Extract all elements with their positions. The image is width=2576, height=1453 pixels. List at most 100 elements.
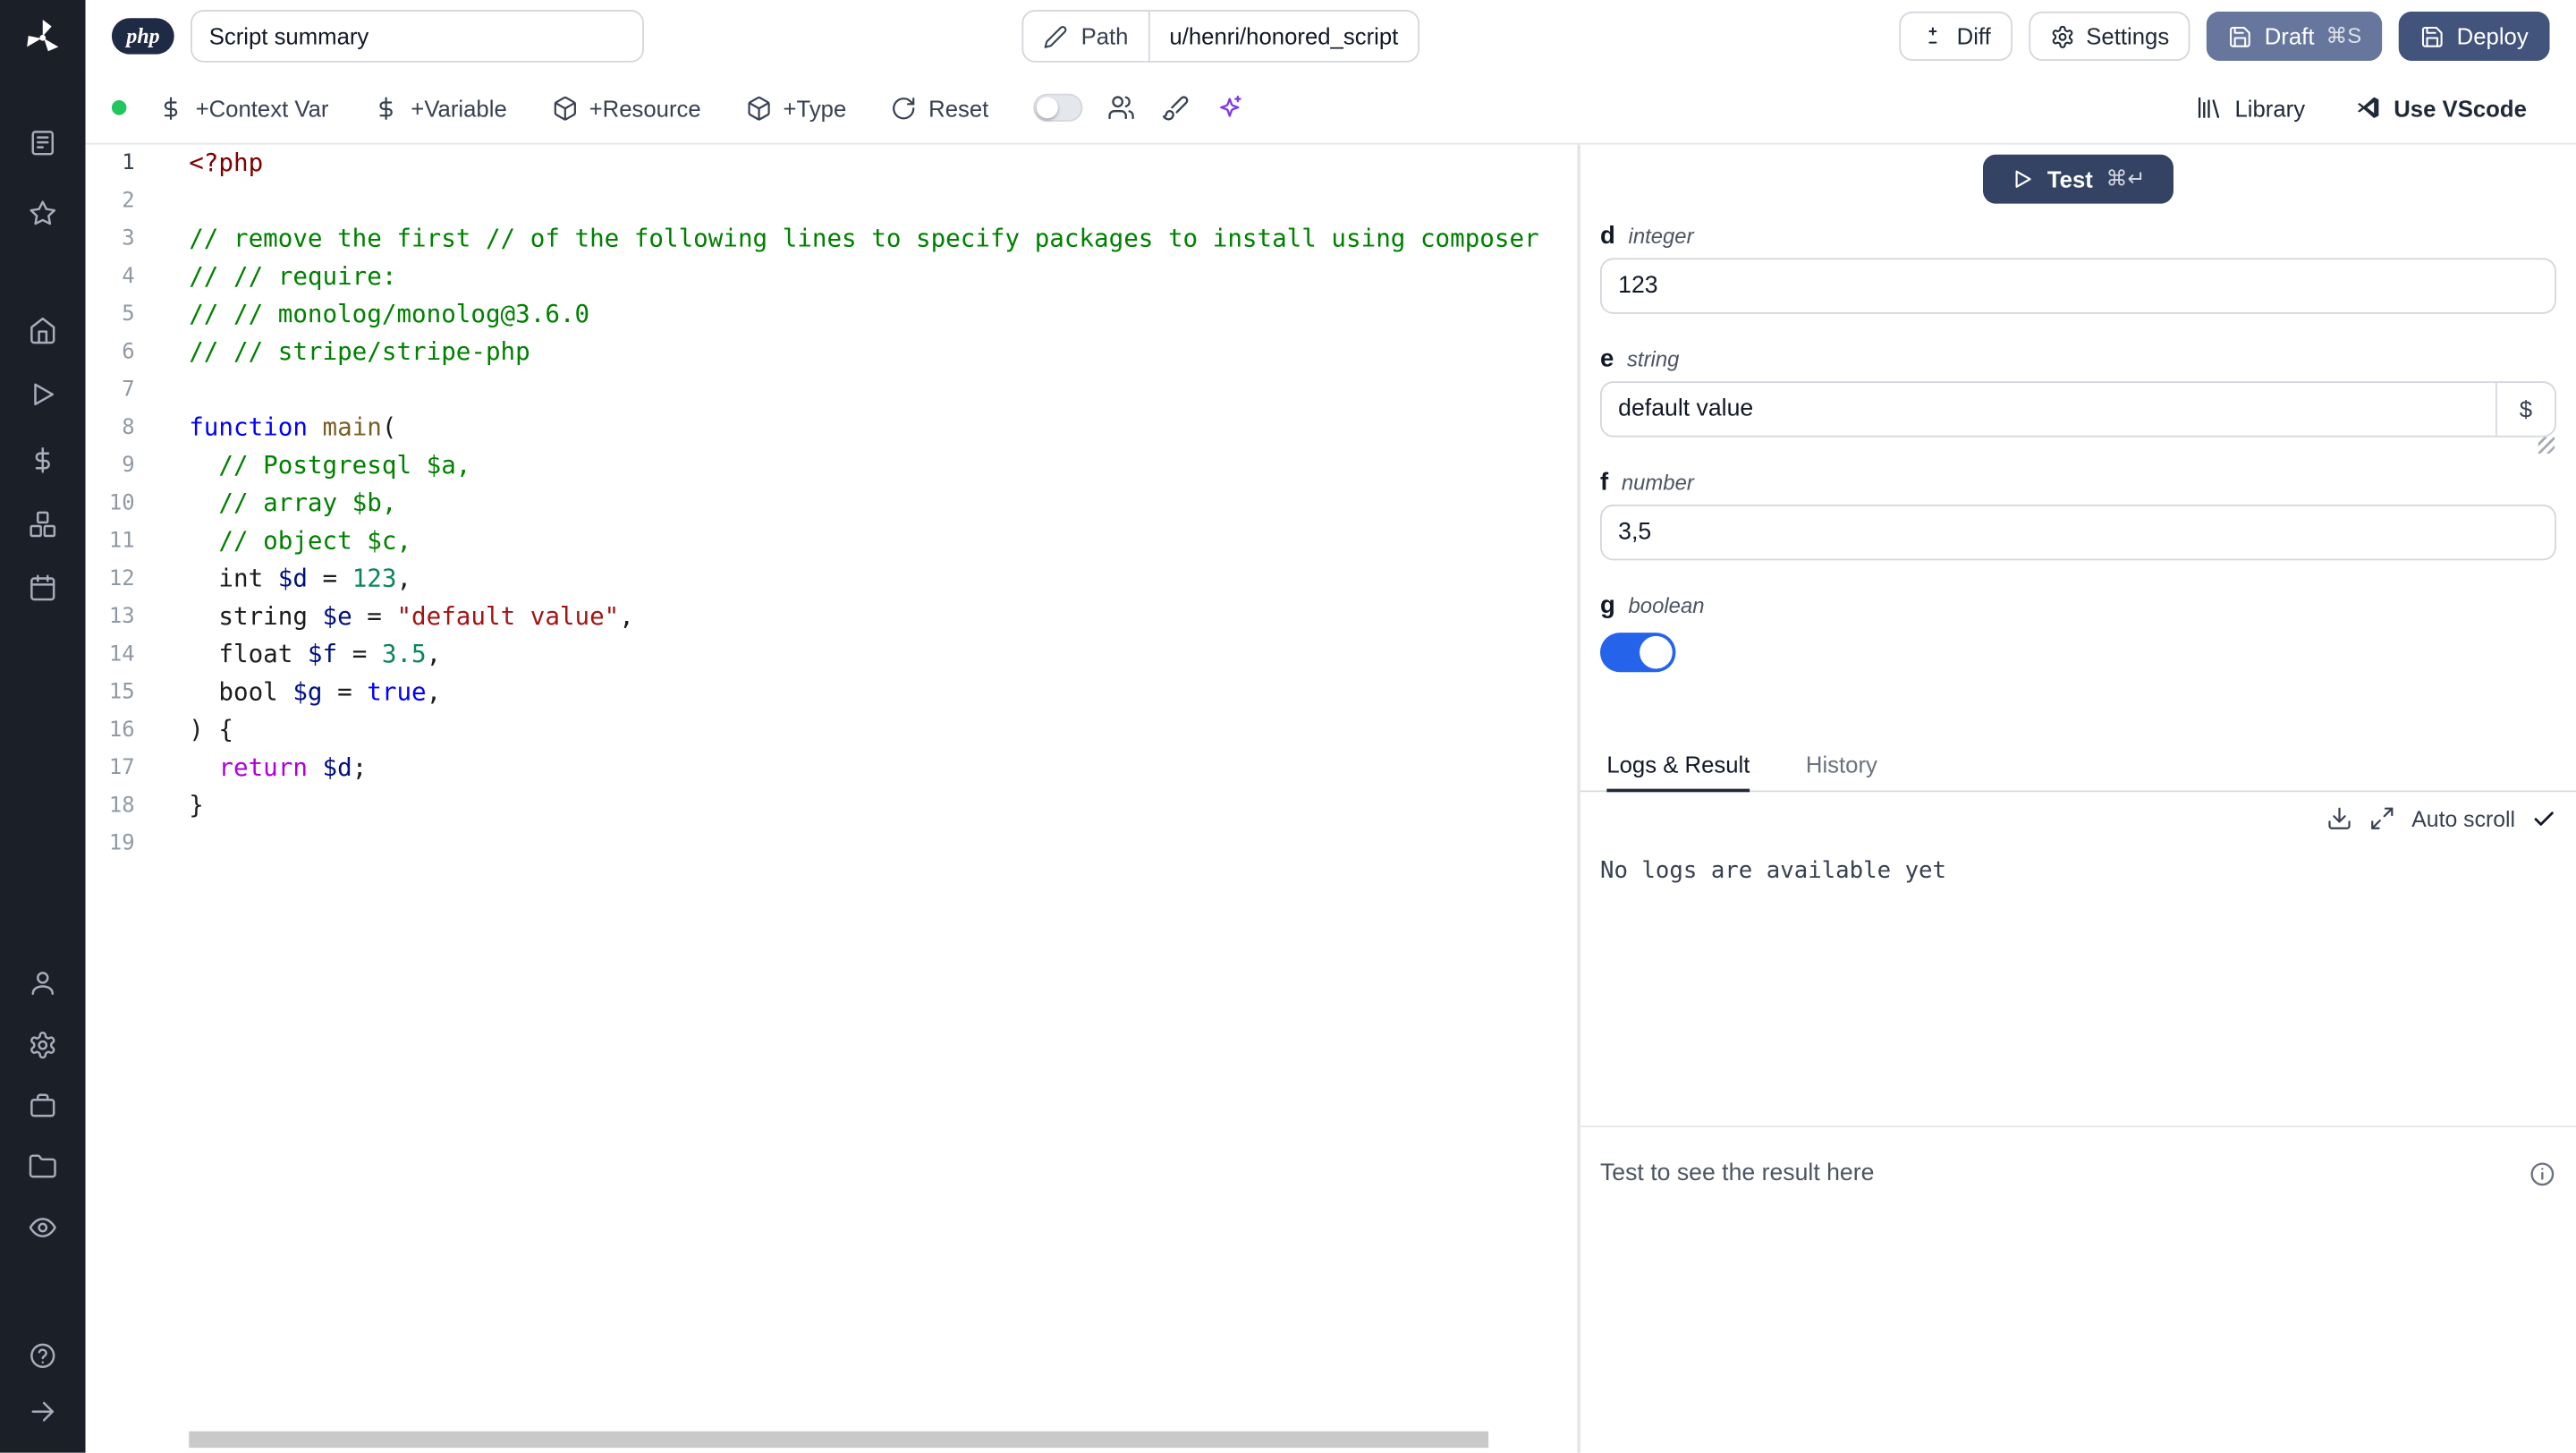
info-icon <box>2529 1160 2556 1188</box>
sidebar-logo[interactable] <box>0 16 86 59</box>
input-e[interactable] <box>1601 382 2496 436</box>
toggle-g[interactable] <box>1599 633 1676 673</box>
sidebar-item-audit[interactable] <box>0 1213 86 1243</box>
sidebar-item-folders[interactable] <box>0 1152 86 1182</box>
code-line[interactable]: 8 function main( <box>86 409 1578 446</box>
code-line[interactable]: 7 <box>86 371 1578 409</box>
sidebar-item-account[interactable] <box>0 968 86 998</box>
add-context-var-button[interactable]: +Context Var <box>157 95 328 121</box>
vscode-icon <box>2354 94 2382 122</box>
play-icon <box>28 379 57 409</box>
reset-button[interactable]: Reset <box>891 95 988 121</box>
code-editor[interactable]: 1 <?php 2 3 // remove the first // of the fo… <box>85 144 1578 1453</box>
code-line[interactable]: 17 return $d; <box>86 750 1578 787</box>
line-number: 5 <box>122 302 135 327</box>
format-button[interactable] <box>1161 94 1189 122</box>
sidebar-item-notebook[interactable] <box>0 128 86 157</box>
insert-variable-button[interactable]: $ <box>2496 382 2555 436</box>
ai-assistant-button[interactable] <box>1216 94 1243 122</box>
sidebar-expand-button[interactable] <box>0 1397 86 1426</box>
add-resource-button[interactable]: +Resource <box>551 95 701 121</box>
windmill-logo-icon <box>21 16 64 59</box>
sparkles-icon <box>1216 94 1243 122</box>
code-line[interactable]: 1 <?php <box>86 145 1578 183</box>
sidebar-item-workers[interactable] <box>0 1092 86 1121</box>
code-line[interactable]: 6 // // stripe/stripe-php <box>86 334 1578 371</box>
horizontal-scrollbar[interactable] <box>189 1431 1489 1449</box>
tab-logs-result[interactable]: Logs & Result <box>1606 741 1750 793</box>
auto-scroll-label: Auto scroll <box>2411 805 2516 831</box>
multiplayer-button[interactable] <box>1107 94 1135 122</box>
code-line[interactable]: 19 <box>86 825 1578 862</box>
result-info-button[interactable] <box>2529 1160 2556 1188</box>
code-line[interactable]: 11 // object $c, <box>86 523 1578 560</box>
code-line[interactable]: 12 int $d = 123, <box>86 560 1578 598</box>
deploy-button[interactable]: Deploy <box>2399 11 2550 61</box>
diff-mode-toggle[interactable] <box>1032 93 1083 122</box>
sidebar-item-help[interactable] <box>0 1341 86 1371</box>
sidebar-item-home[interactable] <box>0 316 86 345</box>
sidebar-item-variables[interactable] <box>0 446 86 475</box>
code-line[interactable]: 16) { <box>86 711 1578 749</box>
download-logs-button[interactable] <box>2326 805 2352 831</box>
code-line[interactable]: 13 string $e = "default value", <box>86 599 1578 636</box>
code-line[interactable]: 10 // array $b, <box>86 485 1578 523</box>
dollar-icon <box>373 95 399 121</box>
settings-button[interactable]: Settings <box>2028 11 2191 61</box>
field-f: f number <box>1599 469 2556 561</box>
code-text: // Postgresql $a, <box>218 450 471 480</box>
code-line[interactable]: 14 float $f = 3.5, <box>86 636 1578 674</box>
library-button[interactable]: Library <box>2195 94 2305 122</box>
code-line[interactable]: 2 <box>86 183 1578 220</box>
code-text: <?php <box>189 148 264 178</box>
diff-button[interactable]: Diff <box>1899 11 2012 61</box>
code-line[interactable]: 9 // Postgresql $a, <box>86 447 1578 485</box>
result-region: Test to see the result here <box>1580 1126 2576 1453</box>
add-variable-button[interactable]: +Variable <box>373 95 507 121</box>
path-edit[interactable]: Path <box>1023 12 1148 61</box>
test-button[interactable]: Test ⌘↵ <box>1983 154 2174 204</box>
line-number: 2 <box>122 189 135 214</box>
home-icon <box>28 316 57 345</box>
line-number: 16 <box>108 718 135 743</box>
sidebar-item-resources[interactable] <box>0 509 86 539</box>
line-number: 4 <box>122 264 135 290</box>
path-group: Path u/henri/honored_script <box>1021 10 1420 63</box>
briefcase-icon <box>28 1092 57 1121</box>
code-line[interactable]: 4 // // require: <box>86 258 1578 295</box>
schema-form: d integer estring $ fnumber g boolean <box>1580 204 2576 673</box>
code-text: return $d; <box>218 752 368 783</box>
code-line[interactable]: 3 // remove the first // of the following… <box>86 220 1578 258</box>
sidebar-item-favorites[interactable] <box>0 199 86 228</box>
use-vscode-label: Use VScode <box>2394 94 2527 121</box>
path-value[interactable]: u/henri/honored_script <box>1148 11 1419 61</box>
sidebar-item-runs[interactable] <box>0 379 86 409</box>
field-e: estring $ <box>1599 346 2556 454</box>
code-line[interactable]: 5 // // monolog/monolog@3.6.0 <box>86 296 1578 334</box>
user-icon <box>28 968 57 998</box>
use-vscode-button[interactable]: Use VScode <box>2354 94 2527 122</box>
line-number: 15 <box>108 680 135 705</box>
input-f[interactable] <box>1601 506 2555 559</box>
input-d[interactable] <box>1601 259 2555 312</box>
code-lines: 1 <?php 2 3 // remove the first // of the fo… <box>86 145 1578 863</box>
draft-button[interactable]: Draft ⌘S <box>2207 11 2384 61</box>
resize-grip[interactable] <box>2538 437 2555 454</box>
line-number: 10 <box>108 491 135 516</box>
action-toolbar: +Context Var +Variable +Resource +Type R… <box>85 72 2576 145</box>
package-icon <box>551 95 577 121</box>
code-line[interactable]: 18} <box>86 787 1578 825</box>
sidebar-item-schedules[interactable] <box>0 574 86 603</box>
add-type-button[interactable]: +Type <box>745 95 846 121</box>
tab-history[interactable]: History <box>1806 741 1877 790</box>
reset-icon <box>891 95 917 121</box>
add-context-var-label: +Context Var <box>195 94 329 121</box>
right-panel: Test ⌘↵ dintegerestring$fnumbergboolean … <box>1580 144 2576 1453</box>
line-number: 1 <box>122 150 135 176</box>
code-line[interactable]: 15 bool $g = true, <box>86 674 1578 711</box>
auto-scroll-checkbox[interactable] <box>2531 806 2556 831</box>
script-summary-input[interactable] <box>191 10 645 63</box>
line-number: 13 <box>108 604 135 630</box>
expand-logs-button[interactable] <box>2369 805 2395 831</box>
sidebar-item-settings[interactable] <box>0 1031 86 1060</box>
